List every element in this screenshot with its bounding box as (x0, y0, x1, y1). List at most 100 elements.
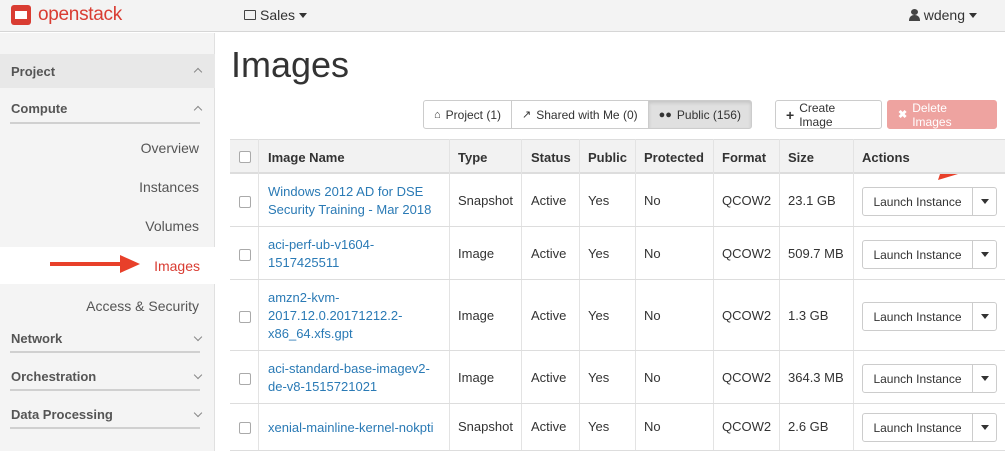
format-cell: QCOW2 (722, 419, 772, 434)
sidebar-section-data-processing[interactable]: Data Processing (0, 399, 215, 429)
name-line: Security Training - Mar 2018 (268, 202, 432, 217)
protected-cell: No (644, 370, 661, 385)
row-checkbox[interactable] (239, 373, 251, 385)
status-cell: Active (531, 419, 567, 434)
launch-instance-split-button: Launch Instance (862, 364, 997, 393)
chevron-down-icon (193, 408, 203, 418)
row-checkbox[interactable] (239, 249, 251, 261)
table-row: Windows 2012 AD for DSE Security Trainin… (230, 176, 1005, 227)
caret-down-icon (980, 425, 989, 430)
sidebar-section-label: Network (11, 331, 63, 346)
filter-label: Shared with Me (0) (536, 107, 638, 122)
users-icon: ●● (658, 108, 672, 121)
row-checkbox[interactable] (239, 196, 251, 208)
openstack-logo-icon (11, 5, 31, 25)
table-row: amzn2-kvm- 2017.12.0.20171212.2- x86_64.… (230, 281, 1005, 351)
chevron-down-icon (193, 370, 203, 380)
filter-project-button[interactable]: ⌂ Project (1) (423, 100, 513, 129)
public-cell: Yes (588, 246, 610, 261)
size-cell: 23.1 GB (788, 193, 836, 208)
launch-instance-button[interactable]: Launch Instance (863, 365, 973, 392)
format-cell: QCOW2 (722, 308, 772, 323)
button-label: Create Image (799, 100, 836, 129)
sidebar-item-volumes[interactable]: Volumes (145, 218, 199, 234)
format-cell: QCOW2 (722, 370, 772, 385)
column-header-type[interactable]: Type (458, 150, 487, 165)
launch-instance-button[interactable]: Launch Instance (863, 241, 973, 268)
size-cell: 364.3 MB (788, 370, 844, 385)
image-name-link[interactable]: xenial-mainline-kernel-nokpti (268, 419, 433, 437)
caret-down-icon (980, 376, 989, 381)
sidebar-section-label: Orchestration (11, 369, 97, 384)
sidebar-section-label: Project (11, 64, 56, 79)
status-cell: Active (531, 370, 567, 385)
divider (10, 122, 200, 124)
sidebar-item-access-security[interactable]: Access & Security (86, 298, 199, 314)
image-visibility-filter: ⌂ Project (1) ↗ Shared with Me (0) ●● Pu… (423, 100, 752, 129)
column-header-size[interactable]: Size (788, 150, 814, 165)
column-header-format[interactable]: Format (722, 150, 766, 165)
row-checkbox[interactable] (239, 422, 251, 434)
openstack-logo[interactable]: openstack (11, 3, 122, 27)
delete-images-button[interactable]: ✖ Delete Images (887, 100, 997, 129)
launch-instance-split-button: Launch Instance (862, 302, 997, 331)
type-cell: Image (458, 246, 495, 261)
format-cell: QCOW2 (722, 193, 772, 208)
column-header-status[interactable]: Status (531, 150, 571, 165)
row-actions-dropdown[interactable] (973, 414, 996, 441)
sidebar-section-compute[interactable]: Compute (0, 93, 215, 125)
image-name-link[interactable]: amzn2-kvm- 2017.12.0.20171212.2- x86_64.… (268, 289, 402, 343)
user-menu[interactable]: wdeng (908, 7, 977, 23)
table-row: aci-standard-base-imagev2- de-v8-1515721… (230, 352, 1005, 404)
row-actions-dropdown[interactable] (973, 241, 996, 268)
create-image-button[interactable]: + Create Image (775, 100, 882, 129)
sidebar-section-project[interactable]: Project (0, 54, 215, 88)
sidebar-section-network[interactable]: Network (0, 323, 215, 353)
filter-shared-button[interactable]: ↗ Shared with Me (0) (511, 100, 649, 129)
sidebar-section-label: Compute (11, 101, 68, 116)
button-label: Delete Images (912, 100, 952, 129)
table-row: xenial-mainline-kernel-nokpti Snapshot A… (230, 405, 1005, 451)
chevron-down-icon (193, 332, 203, 342)
name-line: aci-standard-base-imagev2- (268, 361, 430, 376)
image-name-link[interactable]: Windows 2012 AD for DSE Security Trainin… (268, 183, 431, 219)
image-name-link[interactable]: aci-standard-base-imagev2- de-v8-1515721… (268, 360, 430, 396)
name-line: xenial-mainline-kernel-nokpti (268, 420, 434, 435)
sidebar: Project Compute Overview Instances Volum… (0, 33, 215, 451)
column-header-name[interactable]: Image Name (268, 150, 345, 165)
image-name-link[interactable]: aci-perf-ub-v1604- 1517425511 (268, 236, 374, 272)
sidebar-item-overview[interactable]: Overview (141, 140, 199, 156)
sidebar-section-orchestration[interactable]: Orchestration (0, 361, 215, 391)
brand-name: openstack (38, 4, 122, 25)
filter-label: Public (156) (676, 107, 741, 122)
caret-down-icon (969, 12, 977, 18)
project-name: Sales (260, 7, 296, 23)
status-cell: Active (531, 193, 567, 208)
name-line: 2017.12.0.20171212.2- (268, 308, 403, 323)
column-header-protected[interactable]: Protected (644, 150, 704, 165)
column-header-public[interactable]: Public (588, 150, 627, 165)
name-line: amzn2-kvm- (268, 290, 340, 305)
select-all-checkbox[interactable] (239, 151, 251, 163)
project-icon (244, 10, 256, 20)
row-actions-dropdown[interactable] (973, 365, 996, 392)
sidebar-item-instances[interactable]: Instances (139, 179, 199, 195)
status-cell: Active (531, 246, 567, 261)
filter-public-button[interactable]: ●● Public (156) (647, 100, 752, 129)
chevron-up-icon (193, 67, 203, 77)
table-row: aci-perf-ub-v1604- 1517425511 Image Acti… (230, 228, 1005, 280)
size-cell: 1.3 GB (788, 308, 829, 323)
row-actions-dropdown[interactable] (973, 188, 996, 215)
caret-down-icon (980, 314, 989, 319)
username: wdeng (923, 7, 965, 23)
home-icon: ⌂ (434, 108, 441, 121)
launch-instance-button[interactable]: Launch Instance (863, 414, 973, 441)
plus-icon: + (786, 106, 795, 123)
project-selector[interactable]: Sales (244, 7, 308, 23)
share-icon: ↗ (522, 109, 532, 121)
launch-instance-button[interactable]: Launch Instance (863, 188, 973, 215)
launch-instance-button[interactable]: Launch Instance (863, 303, 973, 330)
row-checkbox[interactable] (239, 311, 251, 323)
protected-cell: No (644, 193, 661, 208)
row-actions-dropdown[interactable] (973, 303, 996, 330)
